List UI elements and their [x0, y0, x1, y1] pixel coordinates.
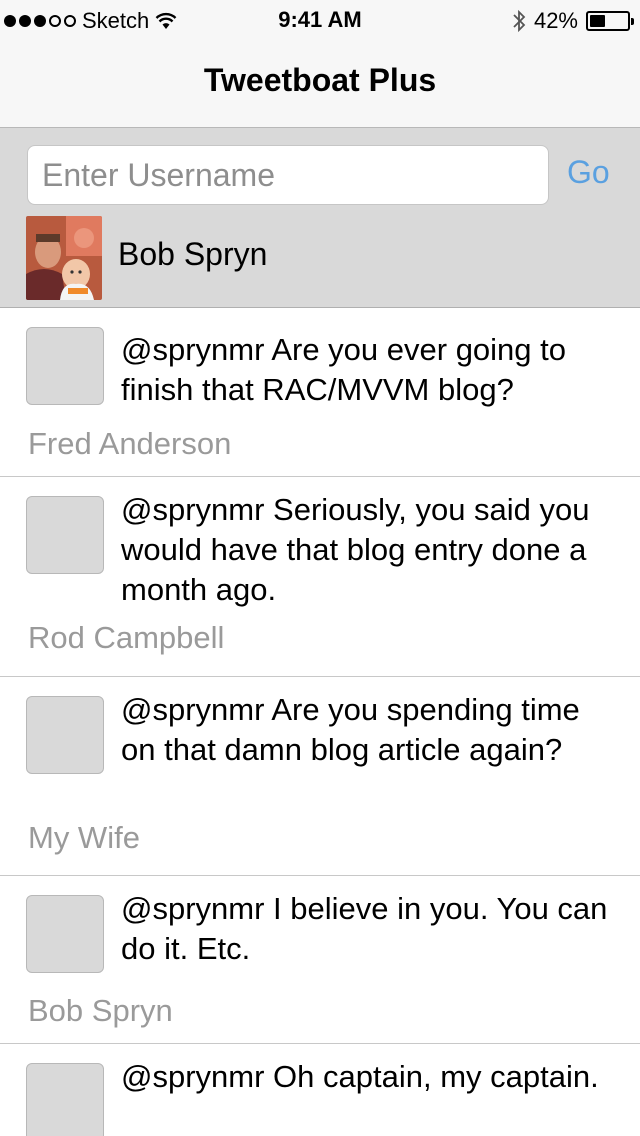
tweet-row[interactable]: @sprynmr Are you ever going to finish th…	[0, 308, 640, 477]
tweet-row[interactable]: @sprynmr Are you spending time on that d…	[0, 677, 640, 876]
user-search-header: Go Bob Spryn	[0, 128, 640, 308]
tweet-row[interactable]: @sprynmr Seriously, you said you would h…	[0, 477, 640, 677]
page-title: Tweetboat Plus	[203, 62, 437, 98]
status-bar: Sketch 9:41 AM 42%	[0, 0, 640, 40]
tweet-avatar-placeholder	[26, 696, 104, 774]
bluetooth-icon	[513, 9, 526, 33]
tweet-author: My Wife	[28, 820, 140, 855]
tweet-row[interactable]: @sprynmr Oh captain, my captain.	[0, 1044, 640, 1136]
tweet-author: Bob Spryn	[28, 993, 173, 1028]
tweet-row[interactable]: @sprynmr I believe in you. You can do it…	[0, 876, 640, 1044]
tweet-text: @sprynmr Oh captain, my captain.	[121, 1059, 599, 1094]
status-right: 42%	[512, 8, 634, 34]
tweet-list[interactable]: @sprynmr Are you ever going to finish th…	[0, 308, 640, 1136]
tweet-avatar-placeholder	[26, 895, 104, 973]
screen: Sketch 9:41 AM 42% Tweetboat Plus Enter …	[0, 0, 640, 1136]
user-photo	[26, 216, 102, 300]
tweet-text: @sprynmr Are you spending time on that d…	[121, 692, 580, 767]
tweet-text: @sprynmr I believe in you. You can do it…	[121, 891, 608, 966]
battery-nub	[631, 18, 634, 25]
go-button[interactable]: Go	[567, 154, 610, 191]
username-input[interactable]	[27, 145, 549, 205]
battery-percentage: 42%	[533, 8, 578, 33]
user-name: Bob Spryn	[118, 236, 268, 272]
battery-icon	[586, 11, 634, 31]
tweet-text: @sprynmr Seriously, you said you would h…	[121, 492, 590, 607]
user-avatar	[26, 216, 102, 300]
tweet-avatar-placeholder	[26, 1063, 104, 1136]
tweet-avatar-placeholder	[26, 327, 104, 405]
navigation-bar: Sketch 9:41 AM 42% Tweetboat Plus	[0, 0, 640, 128]
battery-fill	[590, 15, 605, 27]
tweet-avatar-placeholder	[26, 496, 104, 574]
tweet-text: @sprynmr Are you ever going to finish th…	[121, 332, 567, 407]
tweet-author: Fred Anderson	[28, 426, 232, 461]
tweet-author: Rod Campbell	[28, 620, 225, 655]
